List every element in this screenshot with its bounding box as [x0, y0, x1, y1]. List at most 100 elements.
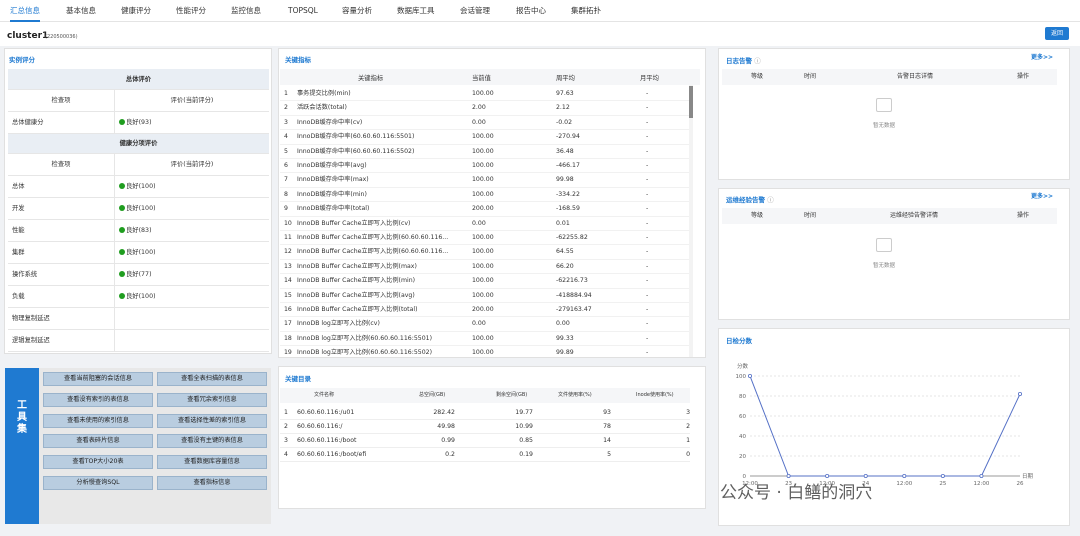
empty-data-icon [876, 98, 892, 112]
tool-button[interactable]: 查看没有主键的表信息 [157, 434, 267, 449]
help-icon[interactable]: ⓘ [754, 57, 761, 65]
alerts-title: 日志告警 ⓘ [726, 55, 761, 65]
dirs-cell: 93 [603, 409, 611, 416]
metrics-cell: InnoDB log立即写入比例(60.60.60.116:5502) [297, 349, 432, 357]
help-icon[interactable]: ⓘ [767, 196, 774, 204]
ops-title: 运维经验告警 ⓘ [726, 194, 774, 204]
dirs-row: 3 60.60.60.116:/boot 0.99 0.85 14 1 [280, 434, 690, 448]
x-tick-label: 26 [1017, 481, 1024, 487]
metrics-cell: 13 [284, 262, 292, 270]
metrics-row: 9 InnoDB缓存命中率(total) 200.00 -168.59 - [280, 202, 690, 217]
dirs-cell: 3 [686, 409, 690, 416]
metrics-cell: 9 [284, 205, 288, 213]
dirs-cell: 60.60.60.116:/boot/efi [297, 451, 367, 458]
dirs-cell: 60.60.60.116:/u01 [297, 409, 355, 416]
metrics-cell: -62216.73 [556, 277, 588, 285]
metrics-scrollbar[interactable] [689, 85, 693, 357]
metrics-cell: - [646, 104, 649, 112]
dirs-row: 1 60.60.60.116:/u01 282.42 19.77 93 3 [280, 406, 690, 420]
metrics-cell: 99.33 [556, 334, 574, 342]
metrics-row: 1 事务提交比例(min) 100.00 97.63 - [280, 87, 690, 102]
dirs-cell: 10.99 [515, 423, 533, 430]
metrics-cell: 活跃会话数(total) [297, 104, 347, 112]
metrics-row: 7 InnoDB缓存命中率(max) 100.00 99.98 - [280, 173, 690, 188]
metrics-cell: 100.00 [472, 262, 494, 270]
ops-more-link[interactable]: 更多>> [1031, 191, 1053, 200]
tool-button[interactable]: 查看没有索引的表信息 [43, 392, 153, 407]
dirs-cell: 60.60.60.116:/ [297, 423, 343, 430]
metrics-cell: - [646, 291, 649, 299]
metrics-row: 19 InnoDB log立即写入比例(60.60.60.116:5502) 100… [280, 346, 690, 358]
metrics-row: 2 活跃会话数(total) 2.00 2.12 - [280, 101, 690, 116]
metrics-cell: -466.17 [556, 162, 580, 169]
score-point [979, 474, 984, 479]
dirs-cell: 49.98 [437, 423, 455, 430]
metrics-cell: -270.94 [556, 133, 580, 141]
metrics-cell: 36.48 [556, 147, 574, 155]
dirs-cell: 1 [686, 437, 690, 444]
dirs-cell: 19.77 [515, 409, 533, 416]
metrics-cell: -418884.94 [556, 291, 592, 299]
tool-button[interactable]: 查看数据库容量信息 [157, 455, 267, 470]
metrics-cell: 100.00 [472, 90, 494, 97]
alerts-panel [718, 48, 1070, 180]
toolbox-side-label: 工 具 集 [5, 368, 39, 524]
metrics-cell: - [646, 176, 649, 184]
metrics-row: 17 InnoDB log立即写入比例(cv) 0.00 0.00 - [280, 317, 690, 332]
tool-button[interactable]: 查看全表扫描的表信息 [157, 372, 267, 386]
tool-button[interactable]: 查看选择性差的索引信息 [157, 413, 267, 428]
alerts-col-action: 操作 [1017, 73, 1030, 80]
metrics-cell: - [646, 277, 649, 285]
metrics-row: 14 InnoDB Buffer Cache立即写入比例(min) 100.00 -6… [280, 274, 690, 289]
ops-col-detail: 运维经验告警详情 [890, 212, 939, 219]
metrics-row: 13 InnoDB Buffer Cache立即写入比例(max) 100.00 66… [280, 260, 690, 275]
metrics-row: 5 InnoDB缓存命中率(60.60.60.116:5502) 100.00 36.… [280, 145, 690, 159]
metrics-cell: 99.89 [556, 349, 574, 357]
dirs-cell: 0.19 [519, 451, 533, 458]
alerts-more-link[interactable]: 更多>> [1031, 52, 1053, 61]
metrics-cell: 2.00 [472, 104, 486, 112]
metrics-cell: - [646, 205, 649, 213]
metrics-cell: - [646, 248, 649, 256]
metrics-cell: - [646, 162, 649, 169]
tool-button[interactable]: 分析慢查询SQL [43, 476, 153, 490]
metrics-cell: InnoDB Buffer Cache立即写入比例(60.60.60.116..… [297, 248, 449, 256]
daily-title: 日检分数 [726, 337, 752, 345]
alerts-title-text: 日志告警 [726, 57, 752, 65]
dirs-cell: 60.60.60.116:/boot [297, 437, 357, 444]
tool-button[interactable]: 查看冗余索引信息 [157, 392, 267, 407]
metrics-cell: 200.00 [472, 205, 494, 213]
dirs-cell: 282.42 [433, 409, 455, 416]
metrics-row: 12 InnoDB Buffer Cache立即写入比例(60.60.60.116… [280, 245, 690, 260]
tool-button[interactable]: 查看当前阻塞的会话信息 [43, 372, 153, 386]
dirs-col-name: 文件名称 [314, 392, 335, 398]
metrics-cell: - [646, 147, 649, 155]
dirs-cell: 0.85 [519, 437, 533, 444]
dirs-cell: 0.99 [441, 437, 455, 444]
tool-button[interactable]: 查看TOP大小20表 [43, 455, 153, 470]
metrics-cell: 7 [284, 176, 288, 184]
metrics-cell: - [646, 190, 649, 198]
metrics-row: 6 InnoDB缓存命中率(avg) 100.00 -466.17 - [280, 159, 690, 174]
metrics-cell: InnoDB缓存命中率(60.60.60.116:5502) [297, 147, 415, 155]
tool-button[interactable]: 查看指标信息 [157, 476, 267, 490]
tool-button[interactable]: 查看未使用的索引信息 [43, 413, 153, 428]
metrics-cell: 17 [284, 320, 292, 328]
dirs-row: 4 60.60.60.116:/boot/efi 0.2 0.19 5 0 [280, 448, 690, 462]
dirs-cell: 1 [284, 409, 288, 416]
metrics-cell: 14 [284, 277, 292, 285]
metrics-row: 11 InnoDB Buffer Cache立即写入比例(60.60.60.116… [280, 231, 690, 246]
metrics-cell: 0.00 [472, 118, 486, 126]
metrics-scroll-thumb[interactable] [689, 86, 693, 118]
dirs-cell: 0.2 [445, 451, 455, 458]
metrics-cell: InnoDB缓存命中率(60.60.60.116:5501) [297, 133, 415, 141]
y-tick-label: 80 [739, 394, 746, 400]
metrics-cell: 4 [284, 133, 288, 141]
metrics-cell: 12 [284, 248, 292, 256]
side-char: 集 [17, 424, 27, 435]
metrics-cell: 100.00 [472, 133, 494, 141]
dirs-cell: 5 [607, 451, 611, 458]
metrics-cell: -62255.82 [556, 234, 588, 241]
metrics-cell: 2 [284, 104, 288, 112]
tool-button[interactable]: 查看表碎片信息 [43, 434, 153, 449]
